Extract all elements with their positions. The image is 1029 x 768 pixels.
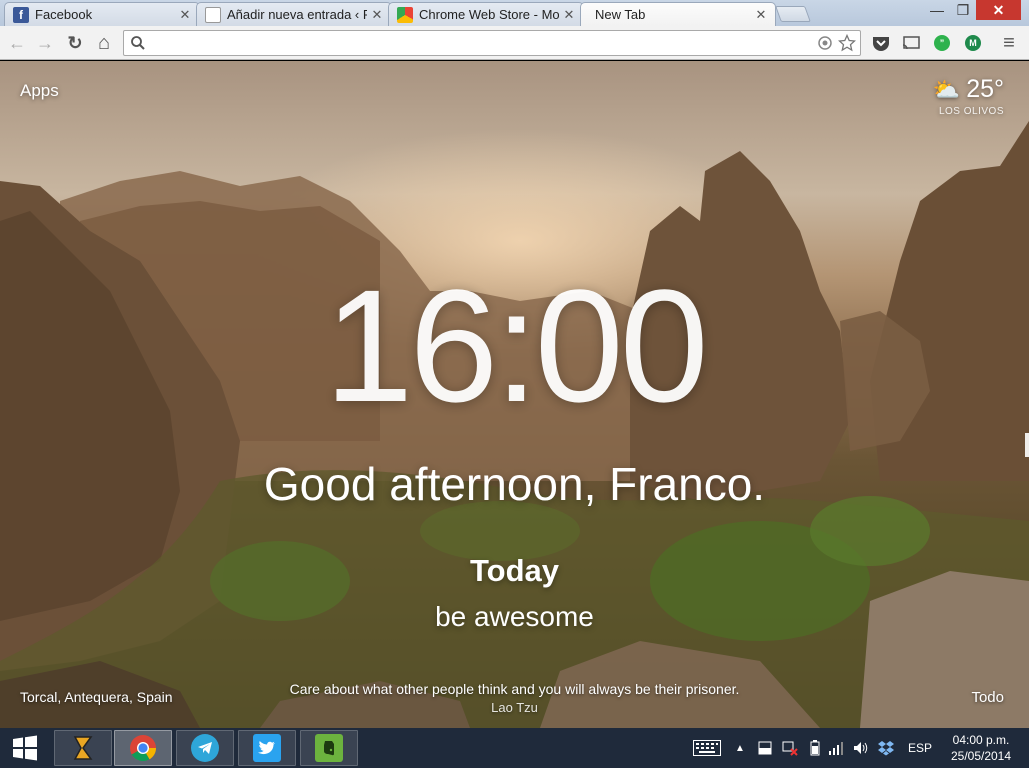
- omnibox-input[interactable]: [152, 34, 812, 52]
- volume-icon[interactable]: [853, 728, 869, 768]
- greeting: Good afternoon, Franco.: [263, 458, 766, 510]
- start-button[interactable]: [0, 728, 50, 768]
- wifi-signal-icon[interactable]: [828, 728, 844, 768]
- evernote-icon: [315, 734, 343, 762]
- network-disconnected-icon[interactable]: [782, 728, 798, 768]
- clock: 16:00: [324, 256, 708, 435]
- tab-chrome-web-store[interactable]: Chrome Web Store - Mom ✕: [388, 2, 584, 26]
- maximize-button[interactable]: ❐: [950, 0, 976, 20]
- chrome-icon: [130, 735, 157, 762]
- pocket-icon[interactable]: [871, 34, 891, 52]
- reload-button[interactable]: ↻: [64, 32, 86, 54]
- system-date: 25/05/2014: [950, 749, 1012, 763]
- tab-title: Facebook: [35, 7, 93, 22]
- tab-facebook[interactable]: f Facebook ✕: [4, 2, 200, 26]
- momentum-new-tab-page: Apps ⛅ 25° LOS OLIVOS 16:00 Good afterno…: [0, 61, 1029, 728]
- tab-title: Chrome Web Store - Mom: [419, 7, 559, 22]
- quote: Care about what other people think and y…: [0, 681, 1029, 715]
- windows-logo-icon: [13, 735, 37, 761]
- momentum-extension-icon[interactable]: M: [963, 34, 983, 52]
- menu-button[interactable]: ≡: [998, 32, 1020, 54]
- hangouts-icon[interactable]: ”: [932, 34, 952, 52]
- taskbar-evernote[interactable]: [300, 730, 358, 766]
- location-target-icon[interactable]: [816, 34, 834, 52]
- close-tab-icon[interactable]: ✕: [755, 7, 767, 23]
- telegram-icon: [191, 734, 219, 762]
- tab-title: Añadir nueva entrada ‹ Pe: [227, 7, 367, 22]
- new-tab-button[interactable]: [775, 6, 811, 22]
- close-tab-icon[interactable]: ✕: [563, 7, 575, 23]
- weather-widget[interactable]: ⛅ 25° LOS OLIVOS: [933, 75, 1004, 117]
- browser-toolbar: ← → ↻ ⌂ ” M ≡: [0, 26, 1029, 60]
- quote-text: Care about what other people think and y…: [289, 681, 740, 697]
- language-indicator[interactable]: ESP: [908, 728, 932, 768]
- system-clock[interactable]: 04:00 p.m. 25/05/2014: [941, 732, 1021, 764]
- taskbar-twitter[interactable]: [238, 730, 296, 766]
- focus-label: Today: [470, 553, 559, 588]
- document-icon: [205, 6, 221, 23]
- tab-new-tab[interactable]: New Tab ✕: [580, 2, 776, 26]
- tab-strip: f Facebook ✕ Añadir nueva entrada ‹ Pe ✕…: [0, 0, 1029, 26]
- apps-link[interactable]: Apps: [20, 81, 59, 101]
- focus-text[interactable]: be awesome: [0, 601, 1029, 633]
- back-button[interactable]: ←: [6, 32, 28, 54]
- tab-anadir-entrada[interactable]: Añadir nueva entrada ‹ Pe ✕: [196, 2, 392, 26]
- chrome-web-store-icon: [397, 6, 413, 23]
- partly-cloudy-icon: ⛅: [932, 76, 961, 102]
- close-tab-icon[interactable]: ✕: [371, 7, 383, 23]
- tab-title: New Tab: [595, 7, 646, 22]
- close-tab-icon[interactable]: ✕: [179, 7, 191, 23]
- winamp-icon: [73, 736, 93, 760]
- weather-location: LOS OLIVOS: [938, 106, 1004, 117]
- weather-temperature: 25°: [966, 75, 1004, 103]
- show-hidden-icons-icon[interactable]: ▲: [735, 728, 745, 768]
- cast-icon[interactable]: [901, 34, 921, 52]
- search-icon: [131, 36, 145, 50]
- close-window-button[interactable]: ✕: [976, 0, 1021, 20]
- forward-button[interactable]: →: [34, 32, 56, 54]
- minimize-button[interactable]: —: [924, 0, 950, 20]
- bookmark-star-icon[interactable]: [838, 34, 856, 52]
- twitter-icon: [253, 734, 281, 762]
- scrollbar-marker: [1025, 433, 1029, 457]
- battery-icon[interactable]: [810, 728, 820, 768]
- todo-link[interactable]: Todo: [971, 689, 1004, 706]
- quote-author: Lao Tzu: [491, 700, 538, 715]
- taskbar-telegram[interactable]: [176, 730, 234, 766]
- action-center-icon[interactable]: [758, 728, 772, 768]
- system-time: 04:00 p.m.: [952, 733, 1010, 747]
- windows-taskbar: ▲ ESP 04:00 p.m. 25/05/2014: [0, 728, 1029, 768]
- on-screen-keyboard-icon[interactable]: [693, 728, 721, 768]
- home-button[interactable]: ⌂: [93, 32, 115, 54]
- taskbar-winamp[interactable]: [54, 730, 112, 766]
- taskbar-chrome[interactable]: [114, 730, 172, 766]
- omnibox[interactable]: [123, 30, 861, 56]
- dropbox-icon[interactable]: [877, 728, 895, 768]
- facebook-icon: f: [13, 6, 29, 23]
